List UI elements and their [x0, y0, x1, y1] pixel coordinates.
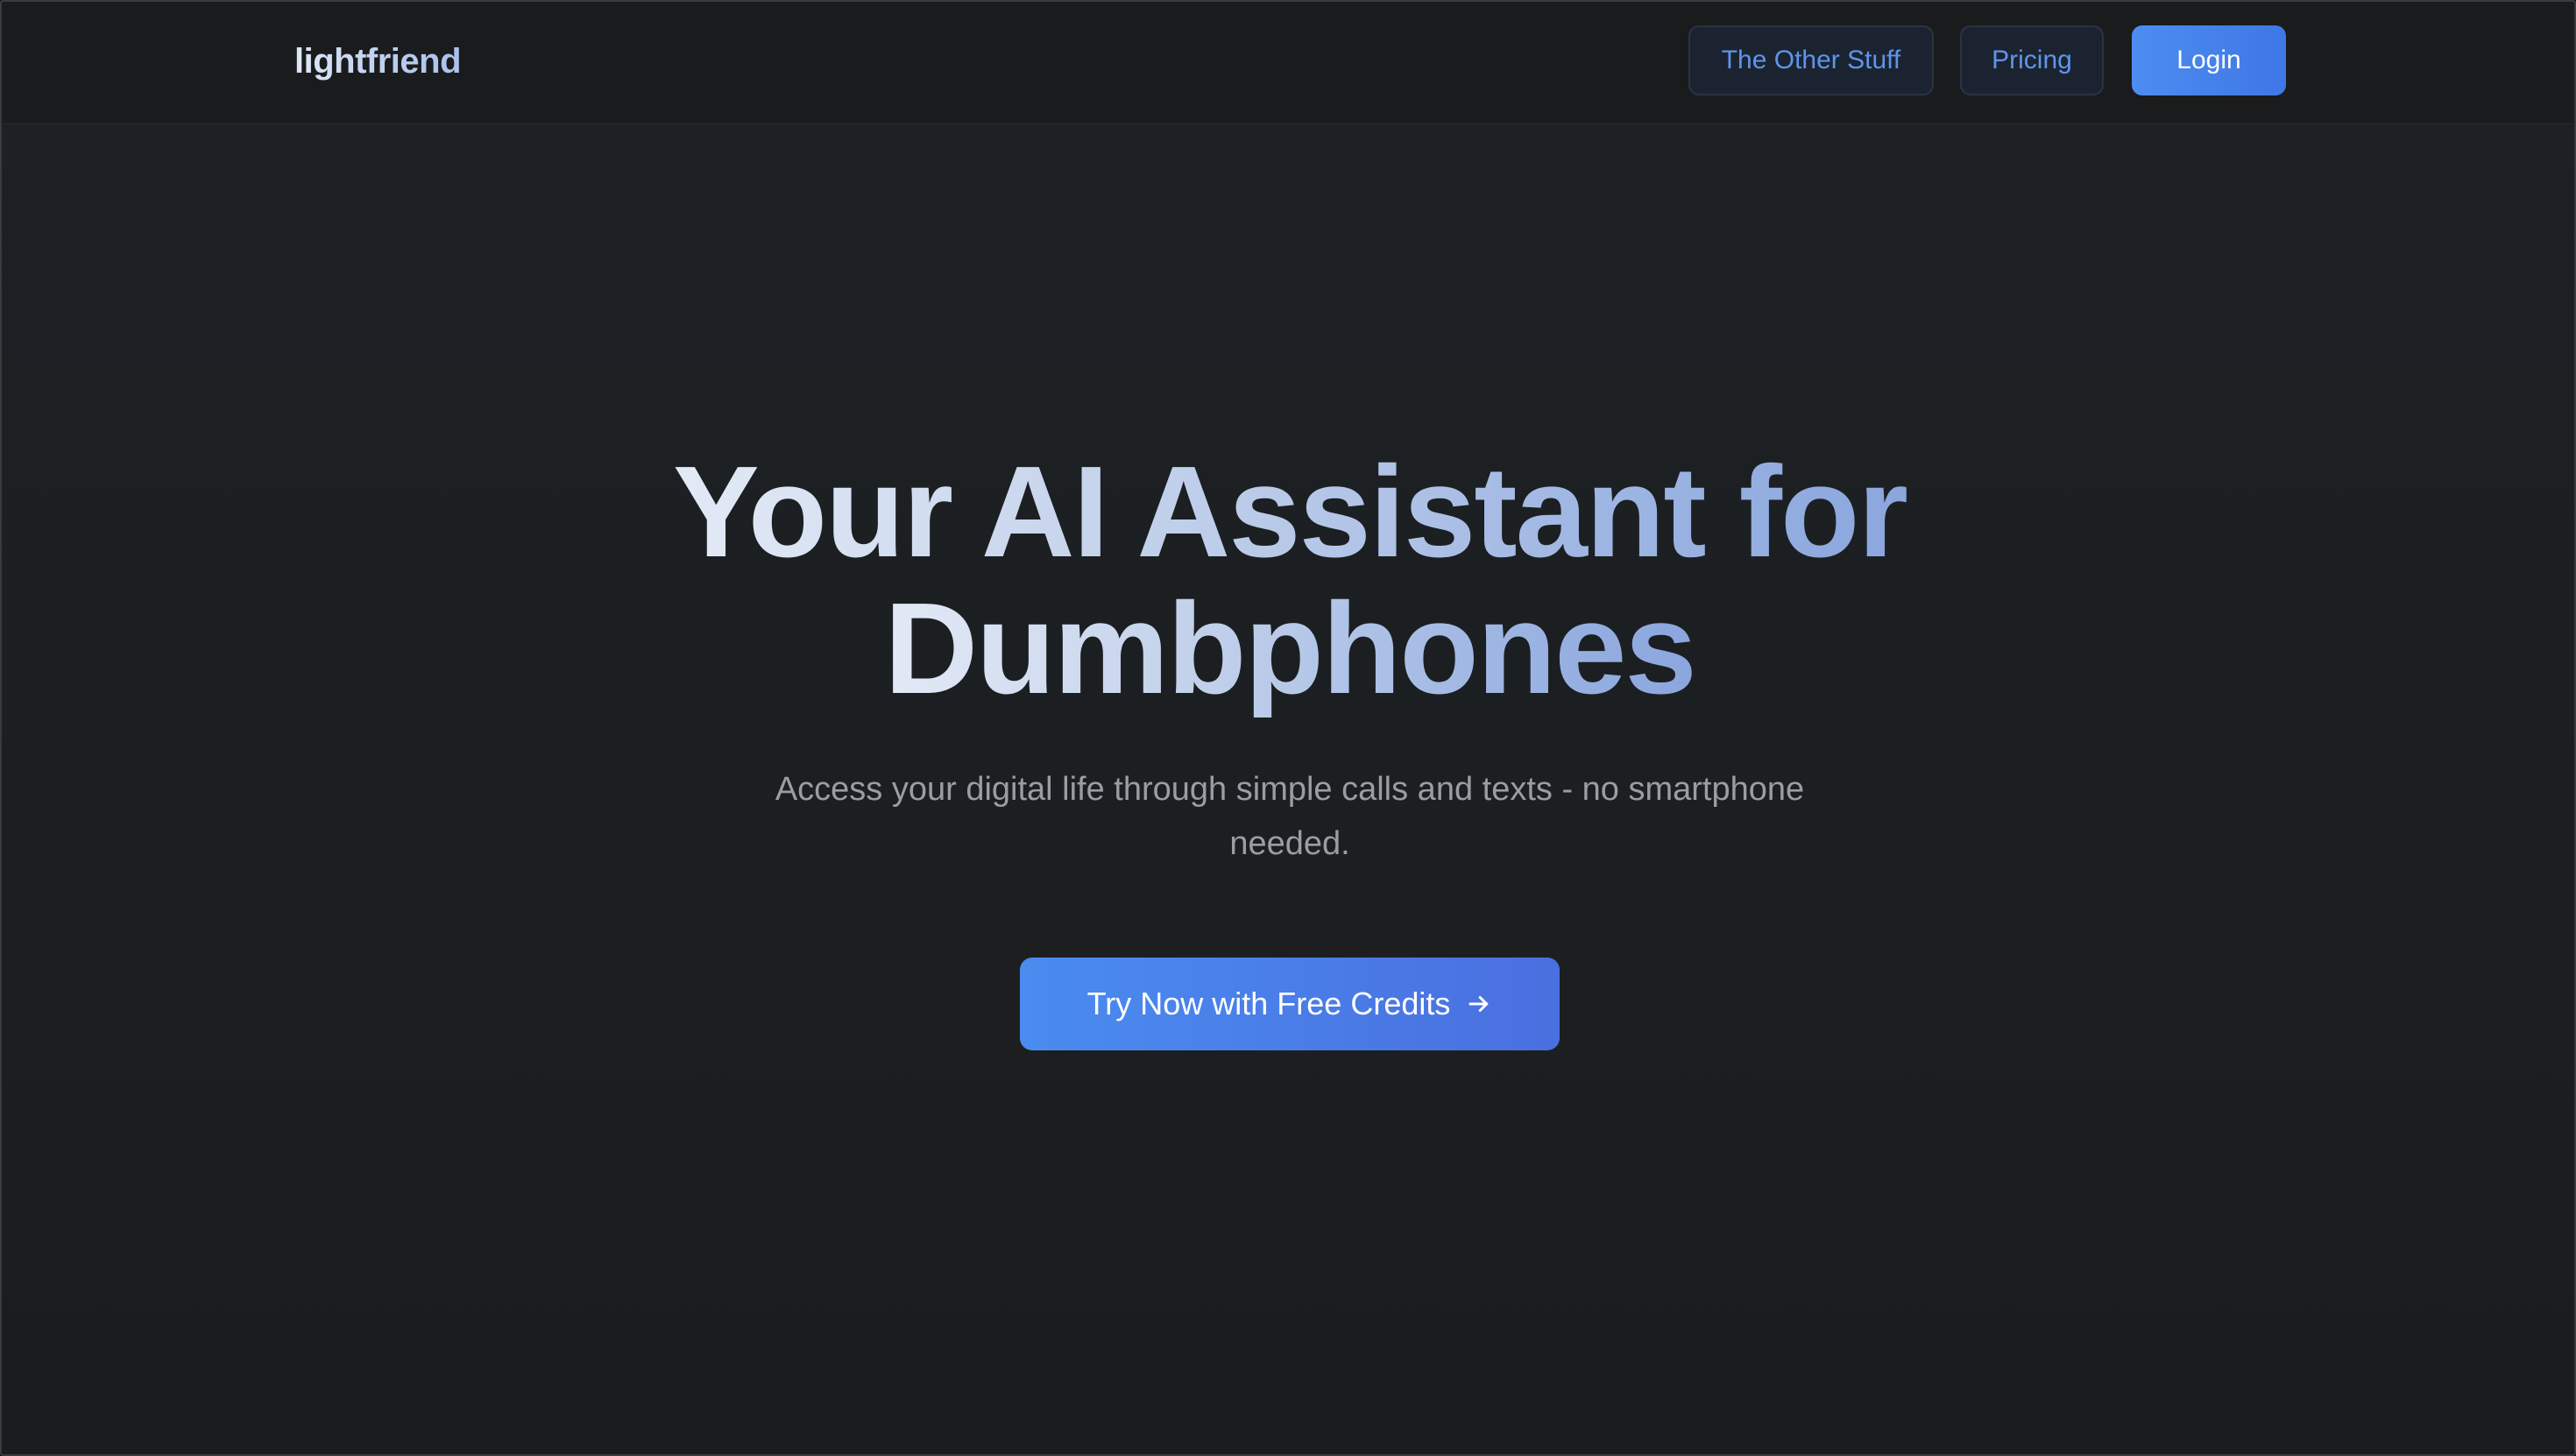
browser-viewport: lightfriend The Other Stuff Pricing Logi… [0, 0, 2576, 1456]
hero-title: Your AI Assistant for Dumbphones [2, 440, 2574, 721]
top-navbar: lightfriend The Other Stuff Pricing Logi… [2, 2, 2574, 124]
try-now-label: Try Now with Free Credits [1086, 986, 1451, 1021]
login-label: Login [2176, 46, 2241, 74]
brand-logo[interactable]: lightfriend [294, 37, 462, 86]
the-other-stuff-label: The Other Stuff [1721, 46, 1901, 74]
hero-title-line-1: Your AI Assistant for [672, 440, 1908, 584]
hero-subtitle: Access your digital life through simple … [775, 771, 1805, 862]
try-now-button[interactable]: Try Now with Free Credits [1020, 958, 1560, 1050]
pricing-button[interactable]: Pricing [1960, 25, 2104, 95]
login-button[interactable]: Login [2132, 25, 2286, 95]
the-other-stuff-button[interactable]: The Other Stuff [1688, 25, 1934, 95]
pricing-label: Pricing [1992, 46, 2072, 74]
arrow-right-icon [1468, 996, 1489, 1012]
hero-title-line-2: Dumbphones [884, 576, 1697, 721]
